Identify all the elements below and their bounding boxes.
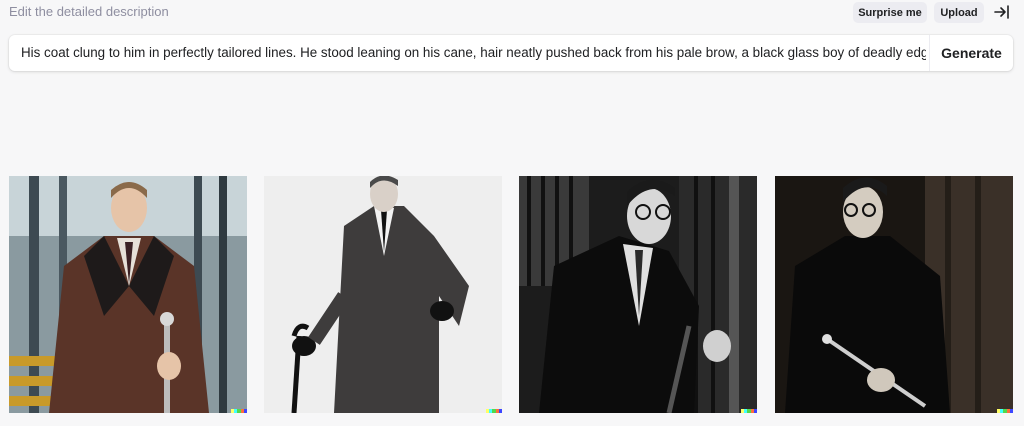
image-2 <box>264 176 502 413</box>
image-1 <box>9 176 247 413</box>
signature-strip <box>231 409 247 413</box>
prompt-hint: Edit the detailed description <box>9 4 169 19</box>
image-4 <box>775 176 1013 413</box>
result-image[interactable] <box>775 176 1013 413</box>
collapse-right-icon[interactable] <box>993 3 1011 21</box>
surprise-me-button[interactable]: Surprise me <box>853 2 927 23</box>
prompt-box: His coat clung to him in perfectly tailo… <box>9 35 1013 71</box>
result-image[interactable] <box>264 176 502 413</box>
prompt-input[interactable]: His coat clung to him in perfectly tailo… <box>21 45 926 60</box>
generate-button[interactable]: Generate <box>930 35 1013 71</box>
signature-strip <box>997 409 1013 413</box>
signature-strip <box>741 409 757 413</box>
image-3 <box>519 176 757 413</box>
signature-strip <box>486 409 502 413</box>
results-grid <box>9 176 1013 413</box>
result-image[interactable] <box>519 176 757 413</box>
top-bar: Edit the detailed description Surprise m… <box>0 0 1024 26</box>
upload-button[interactable]: Upload <box>934 2 984 23</box>
result-image[interactable] <box>9 176 247 413</box>
